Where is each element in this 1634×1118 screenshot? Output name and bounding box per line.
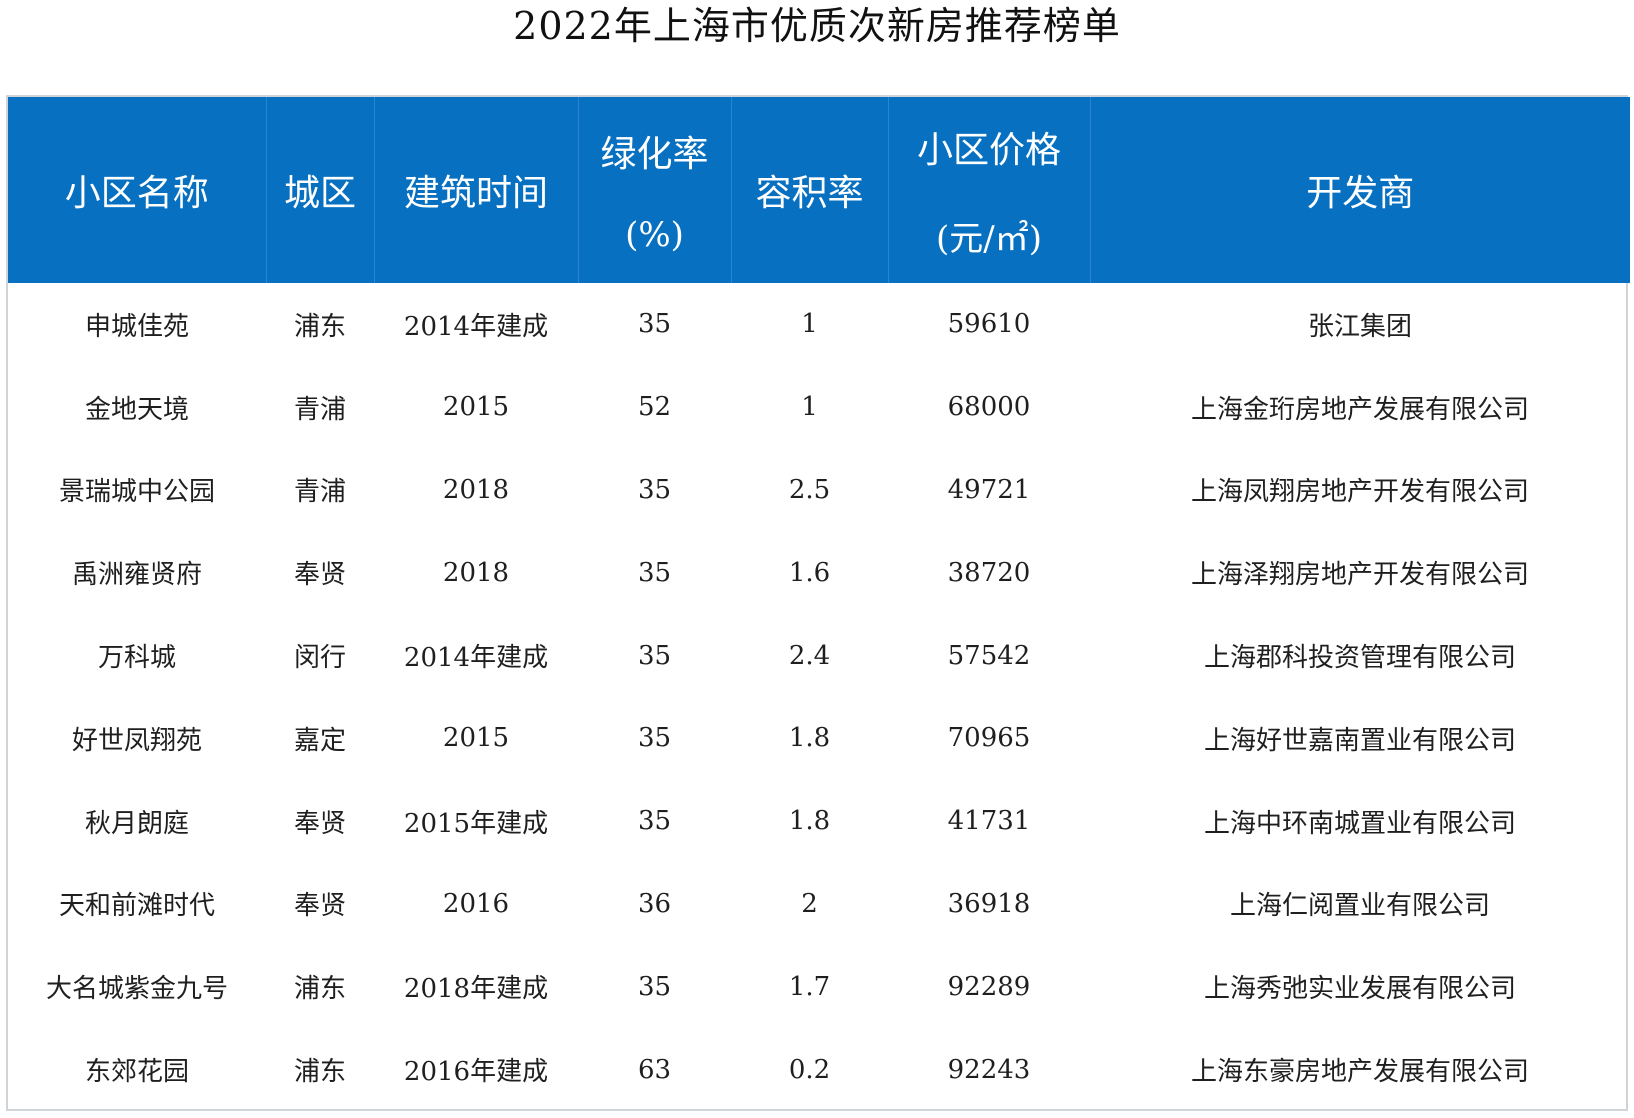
- cell-green-rate: 63: [637, 1054, 672, 1085]
- cell-green-rate: 52: [637, 392, 672, 423]
- page-title: 2022年上海市优质次新房推荐榜单: [513, 4, 1121, 48]
- cell-plot-ratio: 1.8: [788, 806, 831, 837]
- cell-district: 浦东: [293, 974, 346, 1005]
- cell-name: 景瑞城中公园: [58, 477, 215, 508]
- cell-built: 2015: [442, 723, 510, 754]
- cell-price: 38720: [947, 557, 1031, 588]
- cell-developer: 上海秀弛实业发展有限公司: [1203, 974, 1516, 1005]
- cell-name: 万科城: [97, 643, 176, 674]
- cell-built: 2015: [442, 392, 510, 423]
- table-row: 好世凤翔苑 嘉定 2015 35 1.8 70965 上海好世嘉南置业有限公司: [8, 697, 1630, 780]
- cell-price: 92289: [947, 971, 1031, 1002]
- cell-green-rate: 35: [637, 971, 672, 1002]
- cell-name: 秋月朗庭: [84, 808, 189, 839]
- table-row: 东郊花园 浦东 2016年建成 63 0.2 92243 上海东豪房地产发展有限公司: [8, 1028, 1630, 1111]
- cell-developer: 上海凤翔房地产开发有限公司: [1190, 477, 1529, 508]
- cell-price: 92243: [947, 1054, 1031, 1085]
- cell-name: 金地天境: [84, 394, 189, 425]
- green-rate-label: 绿化率: [600, 134, 709, 175]
- cell-plot-ratio: 0.2: [788, 1054, 831, 1085]
- cell-district: 浦东: [293, 1057, 346, 1088]
- cell-developer: 张江集团: [1307, 311, 1412, 342]
- table-row: 万科城 闵行 2014年建成 35 2.4 57542 上海郡科投资管理有限公司: [8, 614, 1630, 697]
- column-header-plot-ratio: 容积率: [731, 97, 889, 283]
- cell-developer: 上海东豪房地产发展有限公司: [1190, 1057, 1529, 1088]
- table-row: 景瑞城中公园 青浦 2018 35 2.5 49721 上海凤翔房地产开发有限公司: [8, 449, 1630, 532]
- cell-district: 奉贤: [293, 560, 346, 591]
- header-row: 小区名称 城区 建筑时间 绿化率 (%) 容积率 小区价格 (元/㎡) 开发商: [8, 97, 1630, 283]
- cell-built: 2014年建成: [403, 311, 549, 342]
- cell-price: 59610: [947, 309, 1031, 340]
- cell-district: 青浦: [293, 477, 346, 508]
- column-header-price: 小区价格 (元/㎡): [888, 97, 1091, 283]
- table-row: 禹洲雍贤府 奉贤 2018 35 1.6 38720 上海泽翔房地产开发有限公司: [8, 531, 1630, 614]
- cell-green-rate: 35: [637, 309, 672, 340]
- column-header-district: 城区: [266, 97, 375, 283]
- cell-district: 嘉定: [293, 725, 346, 756]
- cell-price: 49721: [947, 474, 1031, 505]
- cell-plot-ratio: 1: [801, 392, 818, 423]
- cell-built: 2018年建成: [403, 974, 549, 1005]
- cell-built: 2014年建成: [403, 643, 549, 674]
- cell-district: 青浦: [293, 394, 346, 425]
- cell-district: 奉贤: [293, 891, 346, 922]
- cell-price: 57542: [947, 640, 1031, 671]
- cell-plot-ratio: 1.8: [788, 723, 831, 754]
- cell-developer: 上海郡科投资管理有限公司: [1203, 643, 1516, 674]
- cell-green-rate: 35: [637, 640, 672, 671]
- cell-plot-ratio: 1: [801, 309, 818, 340]
- cell-name: 禹洲雍贤府: [71, 560, 202, 591]
- cell-price: 36918: [947, 888, 1031, 919]
- cell-green-rate: 35: [637, 557, 672, 588]
- column-header-green-rate: 绿化率 (%): [578, 97, 732, 283]
- cell-green-rate: 35: [637, 723, 672, 754]
- green-rate-unit: (%): [625, 215, 684, 255]
- cell-district: 浦东: [293, 311, 346, 342]
- cell-price: 68000: [947, 392, 1031, 423]
- column-header-developer: 开发商: [1306, 173, 1415, 214]
- column-header-built: 建筑时间: [374, 97, 579, 283]
- cell-built: 2018: [442, 557, 510, 588]
- cell-district: 闵行: [293, 643, 346, 674]
- cell-green-rate: 35: [637, 806, 672, 837]
- cell-plot-ratio: 2.4: [788, 640, 831, 671]
- price-label: 小区价格: [916, 129, 1061, 171]
- cell-name: 天和前滩时代: [58, 891, 215, 922]
- cell-developer: 上海好世嘉南置业有限公司: [1203, 725, 1516, 756]
- table-body: 申城佳苑 浦东 2014年建成 35 1 59610 张江集团 金地天境 青浦 2015 52 1 68…: [8, 283, 1630, 1111]
- cell-built: 2015年建成: [403, 808, 549, 839]
- cell-green-rate: 36: [637, 888, 672, 919]
- cell-name: 东郊花园: [84, 1057, 189, 1088]
- cell-name: 好世凤翔苑: [71, 725, 202, 756]
- cell-developer: 上海仁阅置业有限公司: [1229, 891, 1490, 922]
- table-row: 金地天境 青浦 2015 52 1 68000 上海金珩房地产发展有限公司: [8, 366, 1630, 449]
- cell-developer: 上海金珩房地产发展有限公司: [1190, 394, 1529, 425]
- cell-plot-ratio: 2.5: [788, 474, 831, 505]
- cell-developer: 上海泽翔房地产开发有限公司: [1190, 560, 1529, 591]
- cell-green-rate: 35: [637, 474, 672, 505]
- cell-built: 2018: [442, 474, 510, 505]
- cell-developer: 上海中环南城置业有限公司: [1203, 808, 1516, 839]
- column-header-name: 小区名称: [8, 97, 267, 283]
- cell-price: 41731: [947, 806, 1031, 837]
- table-header: 小区名称 城区 建筑时间 绿化率 (%) 容积率 小区价格 (元/㎡) 开发商: [8, 97, 1630, 283]
- table-row: 秋月朗庭 奉贤 2015年建成 35 1.8 41731 上海中环南城置业有限公司: [8, 780, 1630, 863]
- table-row: 天和前滩时代 奉贤 2016 36 2 36918 上海仁阅置业有限公司: [8, 863, 1630, 946]
- table-row: 大名城紫金九号 浦东 2018年建成 35 1.7 92289 上海秀弛实业发展有限公司: [8, 945, 1630, 1028]
- cell-plot-ratio: 1.7: [788, 971, 831, 1002]
- cell-name: 大名城紫金九号: [45, 974, 228, 1005]
- ranking-table: 小区名称 城区 建筑时间 绿化率 (%) 容积率 小区价格 (元/㎡) 开发商: [6, 95, 1630, 1111]
- cell-plot-ratio: 2: [801, 888, 818, 919]
- cell-district: 奉贤: [293, 808, 346, 839]
- cell-built: 2016: [442, 888, 510, 919]
- table-row: 申城佳苑 浦东 2014年建成 35 1 59610 张江集团: [8, 283, 1630, 366]
- cell-price: 70965: [947, 723, 1031, 754]
- cell-built: 2016年建成: [403, 1057, 549, 1088]
- price-unit: (元/㎡): [936, 218, 1042, 259]
- cell-plot-ratio: 1.6: [788, 557, 831, 588]
- cell-name: 申城佳苑: [84, 311, 189, 342]
